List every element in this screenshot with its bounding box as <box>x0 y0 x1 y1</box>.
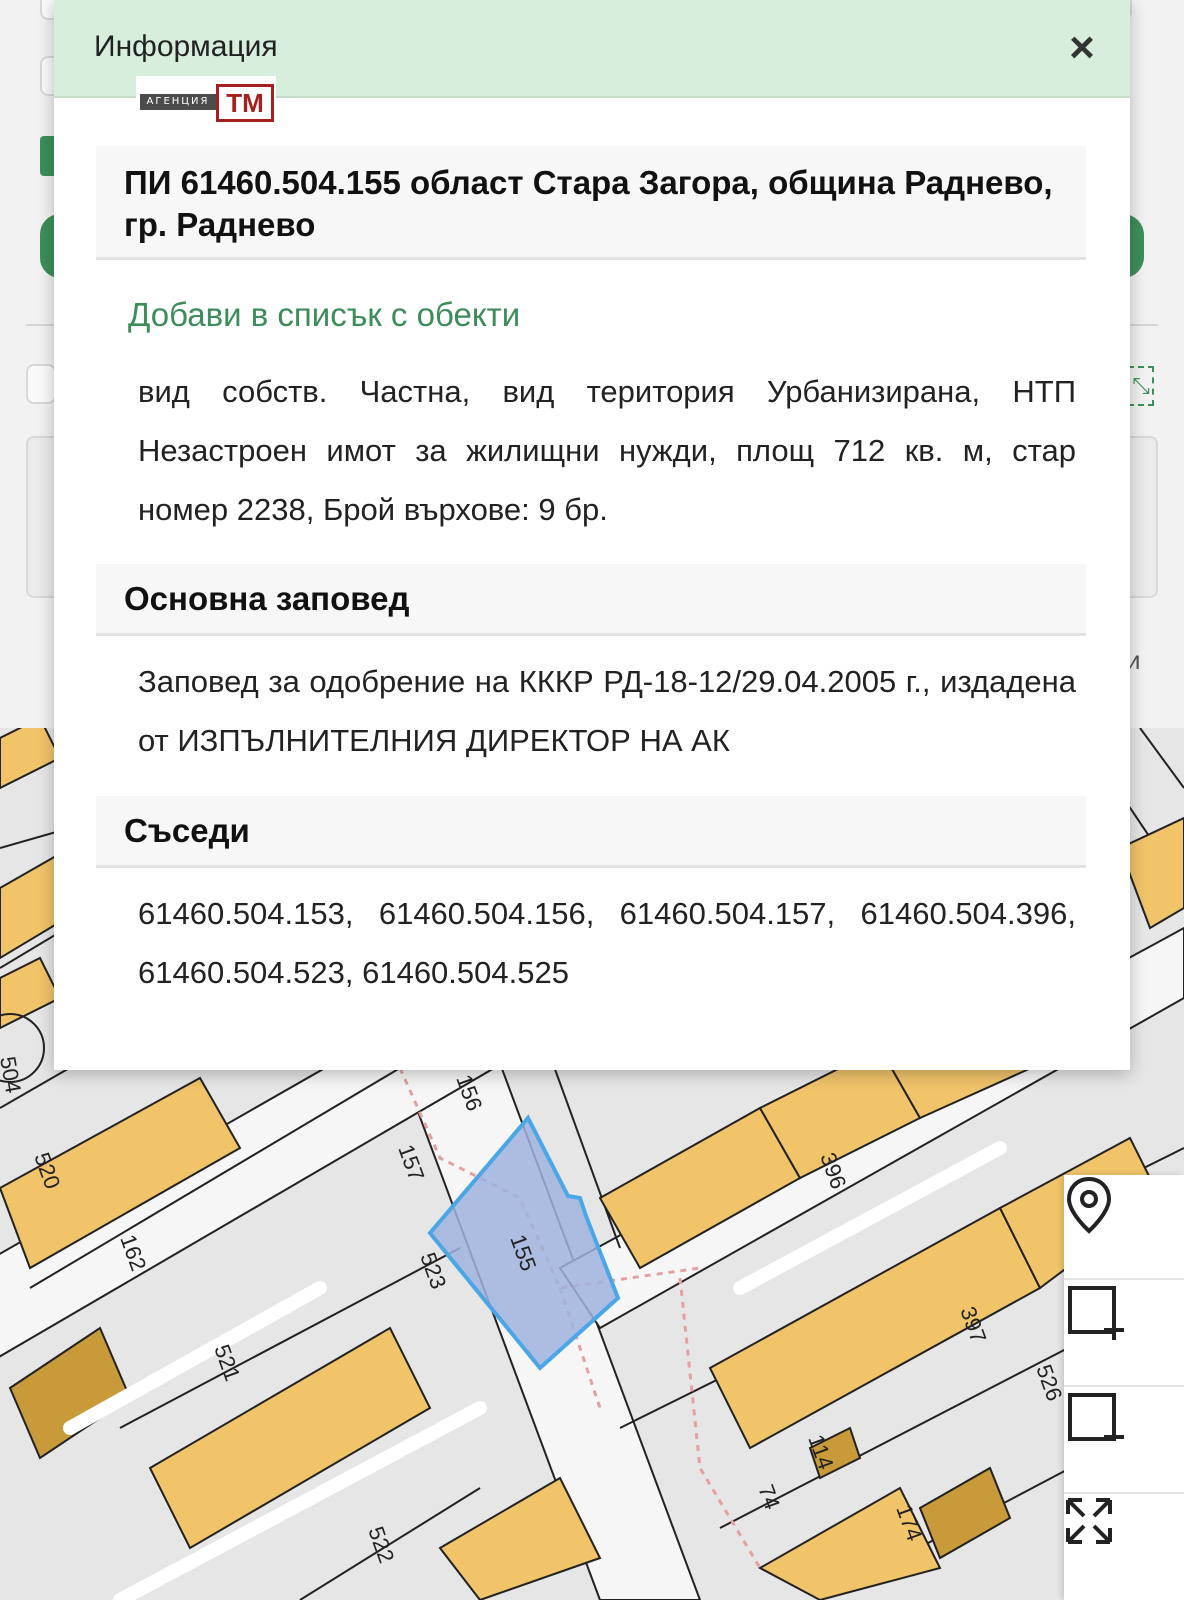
location-pin-icon <box>1066 1176 1112 1234</box>
dialog-title: Информация <box>94 30 278 63</box>
agency-logo: АГЕНЦИЯ ТМ <box>136 76 276 126</box>
background-field-2 <box>26 364 56 404</box>
property-description: вид собств. Частна, вид територия Урбани… <box>138 374 1076 527</box>
add-to-list-link[interactable]: Добави в списък с обекти <box>128 296 520 334</box>
order-heading-text: Основна заповед <box>124 580 410 617</box>
logo-badge: ТМ <box>216 84 274 122</box>
close-icon: × <box>1069 23 1095 72</box>
order-heading: Основна заповед <box>96 564 1086 636</box>
fullscreen-icon <box>1066 1498 1112 1544</box>
location-button[interactable] <box>1064 1175 1184 1280</box>
remove-area-icon <box>1068 1393 1124 1441</box>
info-dialog: Информация × АГЕНЦИЯ ТМ ПИ 61460.504.155… <box>54 0 1130 1070</box>
fullscreen-button[interactable] <box>1064 1496 1184 1600</box>
neighbors-heading: Съседи <box>96 796 1086 868</box>
close-button[interactable]: × <box>1056 22 1108 74</box>
add-area-icon <box>1068 1286 1124 1340</box>
resize-icon: ⤡ <box>1128 366 1154 406</box>
map-tools-panel <box>1064 1175 1184 1600</box>
neighbors-list: 61460.504.153, 61460.504.156, 61460.504.… <box>138 896 1076 990</box>
remove-area-button[interactable] <box>1064 1389 1184 1494</box>
property-heading: ПИ 61460.504.155 област Стара Загора, об… <box>96 146 1086 260</box>
order-text: Заповед за одобрение на КККР РД-18-12/29… <box>138 664 1076 758</box>
add-area-button[interactable] <box>1064 1282 1184 1387</box>
neighbors-heading-text: Съседи <box>124 812 250 849</box>
logo-small-text: АГЕНЦИЯ <box>140 94 216 110</box>
